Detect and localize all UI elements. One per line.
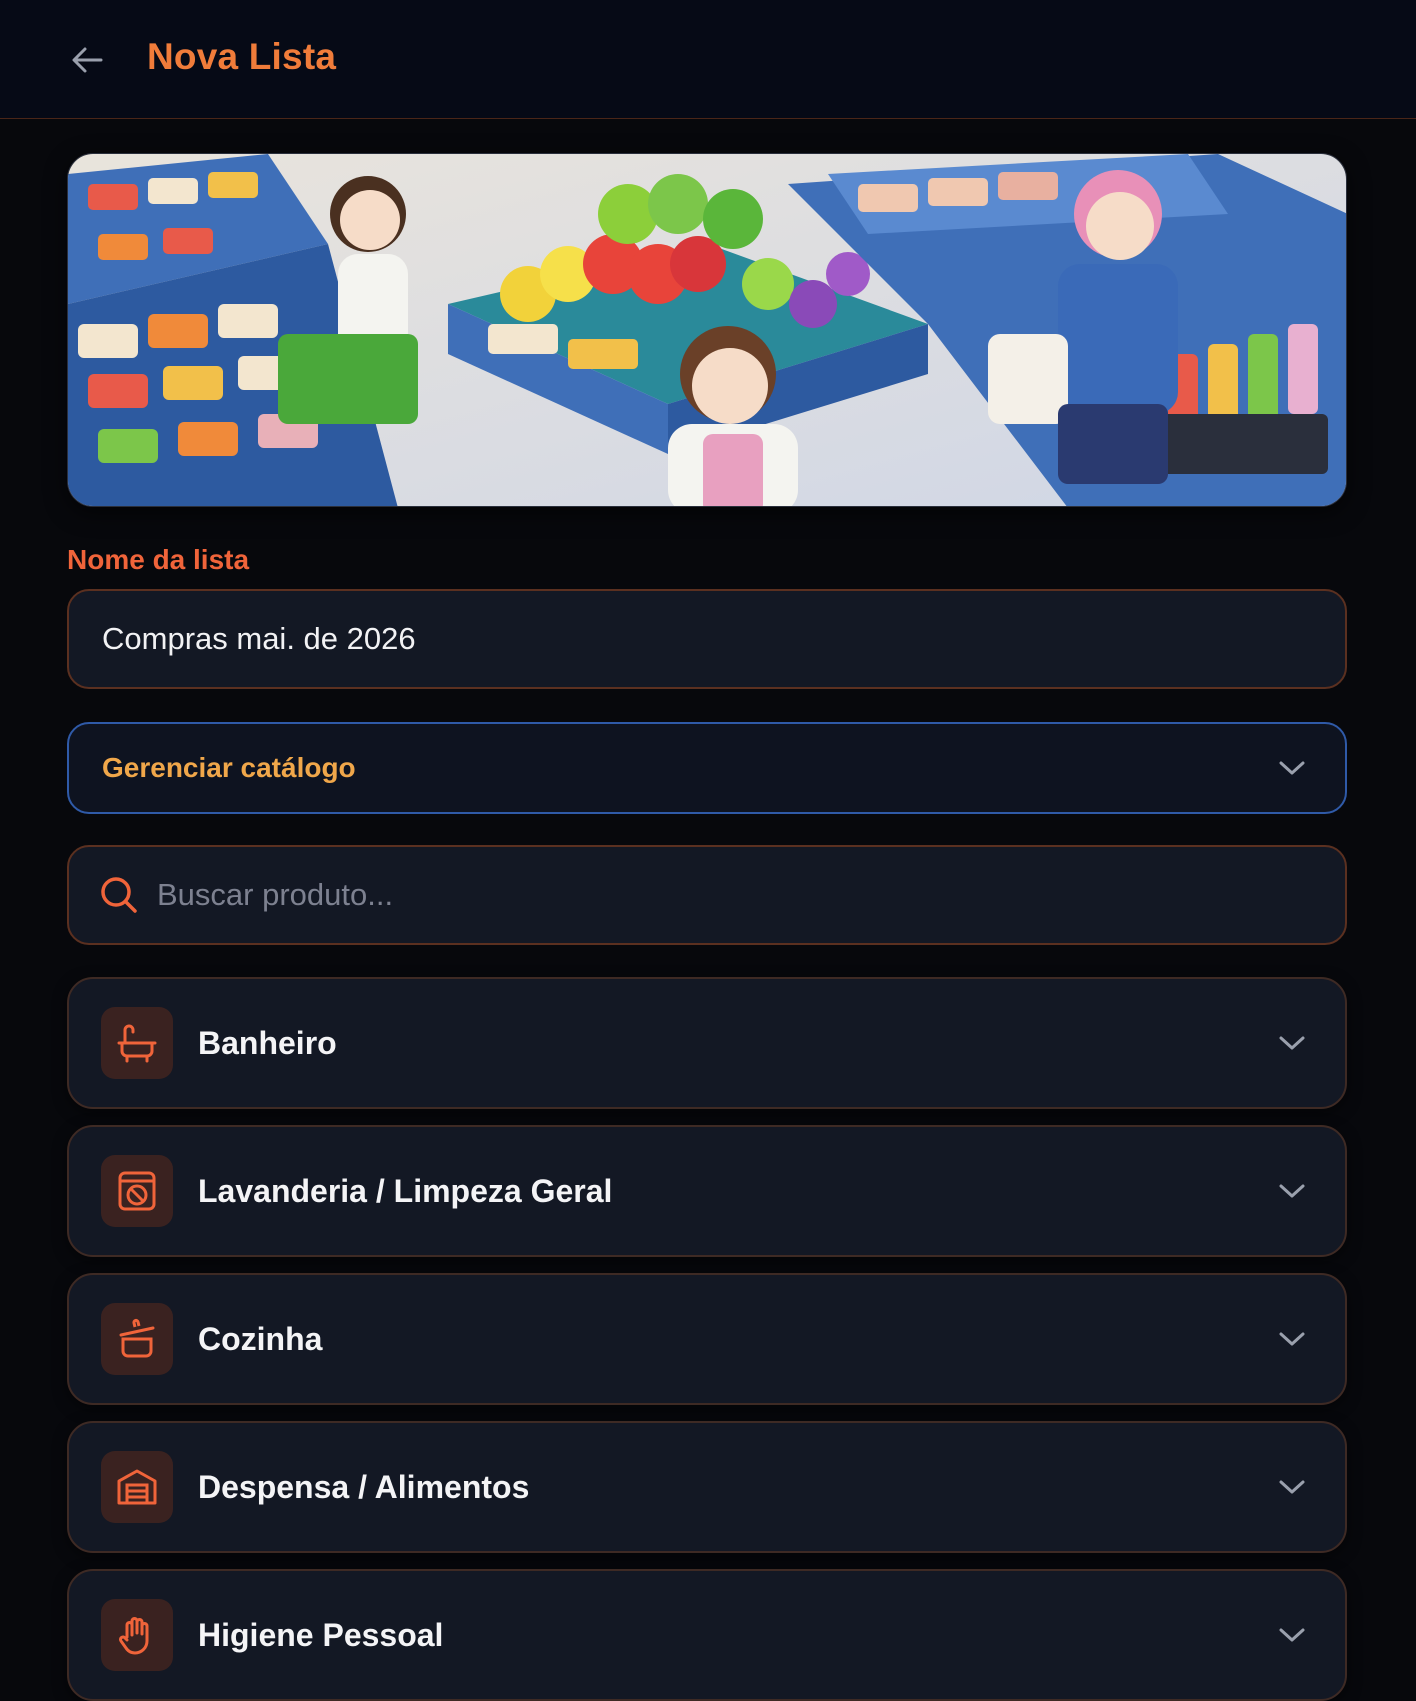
category-icon-container bbox=[101, 1303, 173, 1375]
category-icon-container bbox=[101, 1007, 173, 1079]
pantry-icon bbox=[117, 1469, 157, 1505]
category-icon-container bbox=[101, 1451, 173, 1523]
category-icon-container bbox=[101, 1155, 173, 1227]
hero-banner bbox=[67, 153, 1347, 507]
category-label: Banheiro bbox=[198, 1024, 337, 1061]
category-label: Cozinha bbox=[198, 1320, 323, 1357]
arrow-left-icon bbox=[72, 47, 103, 73]
category-higiene[interactable]: Higiene Pessoal bbox=[67, 1569, 1347, 1701]
manage-catalog-dropdown[interactable]: Gerenciar catálogo bbox=[67, 722, 1347, 814]
category-icon-container bbox=[101, 1599, 173, 1671]
page-title: Nova Lista bbox=[147, 36, 337, 77]
bathtub-icon bbox=[117, 1024, 157, 1063]
category-cozinha[interactable]: Cozinha bbox=[67, 1273, 1347, 1405]
category-label: Lavanderia / Limpeza Geral bbox=[198, 1172, 613, 1209]
category-label: Despensa / Alimentos bbox=[198, 1468, 530, 1505]
chevron-down-icon bbox=[1279, 1036, 1305, 1050]
list-name-input[interactable]: Compras mai. de 2026 bbox=[67, 589, 1347, 689]
search-input[interactable] bbox=[157, 877, 1257, 913]
category-lavanderia[interactable]: Lavanderia / Limpeza Geral bbox=[67, 1125, 1347, 1257]
category-despensa[interactable]: Despensa / Alimentos bbox=[67, 1421, 1347, 1553]
list-name-label: Nome da lista bbox=[67, 544, 250, 575]
back-button[interactable] bbox=[62, 38, 112, 82]
cooking-pot-icon bbox=[119, 1319, 155, 1358]
chevron-down-icon bbox=[1279, 1332, 1305, 1346]
search-icon bbox=[101, 877, 137, 913]
chevron-down-icon bbox=[1279, 1480, 1305, 1494]
category-banheiro[interactable]: Banheiro bbox=[67, 977, 1347, 1109]
list-name-value: Compras mai. de 2026 bbox=[102, 621, 416, 656]
chevron-down-icon bbox=[1279, 761, 1305, 775]
washing-machine-icon bbox=[118, 1171, 156, 1211]
supermarket-illustration bbox=[68, 154, 1346, 506]
chevron-down-icon bbox=[1279, 1184, 1305, 1198]
chevron-down-icon bbox=[1279, 1628, 1305, 1642]
manage-catalog-label: Gerenciar catálogo bbox=[102, 752, 356, 783]
app-bar: Nova Lista bbox=[0, 0, 1416, 119]
category-label: Higiene Pessoal bbox=[198, 1616, 444, 1653]
hand-icon bbox=[119, 1617, 149, 1655]
product-search[interactable] bbox=[67, 845, 1347, 945]
